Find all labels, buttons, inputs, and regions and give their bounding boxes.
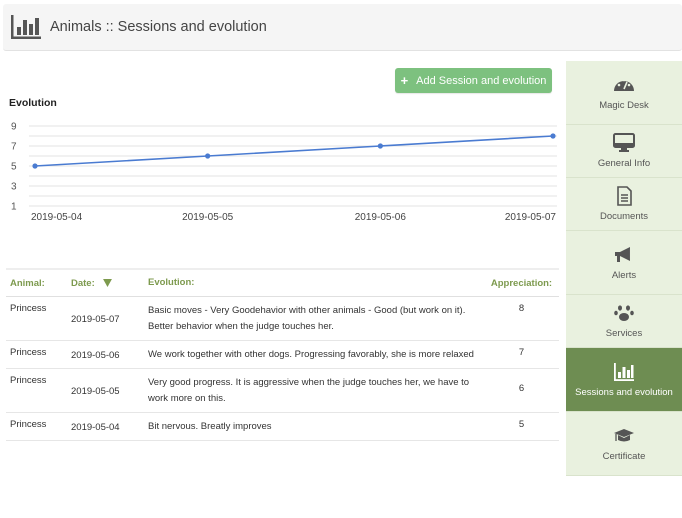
x-tick-label: 2019-05-07 — [505, 212, 557, 223]
cell-date: 2019-05-04 — [71, 421, 120, 433]
main-content: + Add Session and evolution Evolution 1 3… — [3, 58, 560, 518]
data-point — [377, 143, 383, 149]
y-tick-label: 3 — [11, 182, 17, 193]
sidebar-item-services[interactable]: Services — [566, 295, 682, 348]
y-tick-label: 7 — [11, 142, 17, 153]
table-header: Animal: Date: Evolution: Appreciation: — [6, 270, 559, 297]
cell-appreciation: 6 — [518, 383, 525, 394]
col-date[interactable]: Date: — [67, 278, 144, 289]
cell-evolution: Basic moves - Very Goodehavior with othe… — [148, 305, 466, 332]
cell-animal: Princess — [10, 303, 47, 314]
sidebar: Magic Desk General Info Documents Alerts Ser… — [566, 61, 682, 476]
sidebar-item-magic-desk[interactable]: Magic Desk — [566, 61, 682, 125]
cell-date: 2019-05-06 — [71, 349, 120, 361]
col-date-label: Date: — [71, 277, 95, 289]
x-tick-label: 2019-05-04 — [31, 212, 83, 223]
col-evolution[interactable]: Evolution: — [144, 275, 484, 291]
sessions-table: Animal: Date: Evolution: Appreciation: P… — [6, 268, 559, 441]
sidebar-item-label: Alerts — [611, 269, 637, 281]
evolution-chart: 1 3 5 7 9 2019-05-04 2019-05-05 2019-05-06 2019-… — [11, 122, 557, 223]
cell-appreciation: 8 — [518, 303, 525, 314]
sidebar-item-certificate[interactable]: Certificate — [566, 412, 682, 476]
cell-animal: Princess — [10, 347, 47, 358]
sidebar-item-label: Sessions and evolution — [575, 386, 673, 398]
data-point — [550, 133, 556, 139]
cell-evolution: We work together with other dogs. Progre… — [148, 349, 474, 360]
monitor-icon — [613, 133, 635, 152]
add-session-label: Add Session and evolution — [416, 74, 547, 87]
megaphone-icon — [615, 246, 631, 262]
document-icon — [617, 186, 632, 206]
cell-date: 2019-05-05 — [71, 385, 120, 397]
graduation-cap-icon — [614, 428, 634, 441]
col-animal[interactable]: Animal: — [6, 278, 67, 289]
table-row[interactable]: Princess 2019-05-04 Bit nervous. Breatly i… — [6, 413, 559, 441]
sort-desc-icon[interactable] — [102, 279, 112, 287]
y-tick-label: 1 — [11, 202, 17, 213]
table-row[interactable]: Princess 2019-05-07 Basic moves - Very Goo… — [6, 297, 559, 341]
cell-animal: Princess — [10, 375, 47, 386]
paw-icon — [614, 305, 634, 321]
bar-chart-icon — [614, 362, 634, 381]
sidebar-item-label: Magic Desk — [599, 99, 649, 111]
dashboard-icon — [614, 78, 634, 91]
sidebar-item-label: Documents — [599, 211, 649, 222]
add-session-button[interactable]: + Add Session and evolution — [395, 68, 552, 93]
sidebar-item-documents[interactable]: Documents — [566, 178, 682, 231]
cell-appreciation: 5 — [518, 419, 525, 430]
sidebar-item-label: General Info — [597, 158, 651, 169]
cell-date: 2019-05-07 — [71, 313, 120, 325]
x-tick-label: 2019-05-06 — [355, 212, 407, 223]
plus-icon: + — [400, 73, 409, 88]
page-header: Animals :: Sessions and evolution — [3, 4, 682, 51]
series-line — [34, 135, 554, 167]
table-row[interactable]: Princess 2019-05-05 Very good progress. It… — [6, 369, 559, 413]
cell-evolution: Bit nervous. Breatly improves — [148, 421, 272, 432]
sidebar-item-general-info[interactable]: General Info — [566, 125, 682, 178]
data-point — [32, 163, 38, 169]
sidebar-item-sessions-and-evolution[interactable]: Sessions and evolution — [566, 348, 682, 412]
y-tick-label: 9 — [11, 122, 17, 133]
bar-chart-icon — [11, 15, 41, 39]
chart-title: Evolution — [9, 97, 57, 109]
table-row[interactable]: Princess 2019-05-06 We work together with … — [6, 341, 559, 369]
sidebar-item-alerts[interactable]: Alerts — [566, 231, 682, 295]
col-appreciation[interactable]: Appreciation: — [484, 278, 559, 289]
sidebar-item-label: Services — [605, 328, 643, 339]
data-point — [205, 153, 211, 159]
y-tick-label: 5 — [11, 162, 17, 173]
page-title: Animals :: Sessions and evolution — [50, 19, 267, 35]
sidebar-item-label: Certificate — [602, 450, 646, 462]
cell-animal: Princess — [10, 419, 47, 430]
cell-evolution: Very good progress. It is aggressive whe… — [148, 377, 470, 404]
cell-appreciation: 7 — [518, 347, 525, 358]
x-tick-label: 2019-05-05 — [182, 212, 234, 223]
